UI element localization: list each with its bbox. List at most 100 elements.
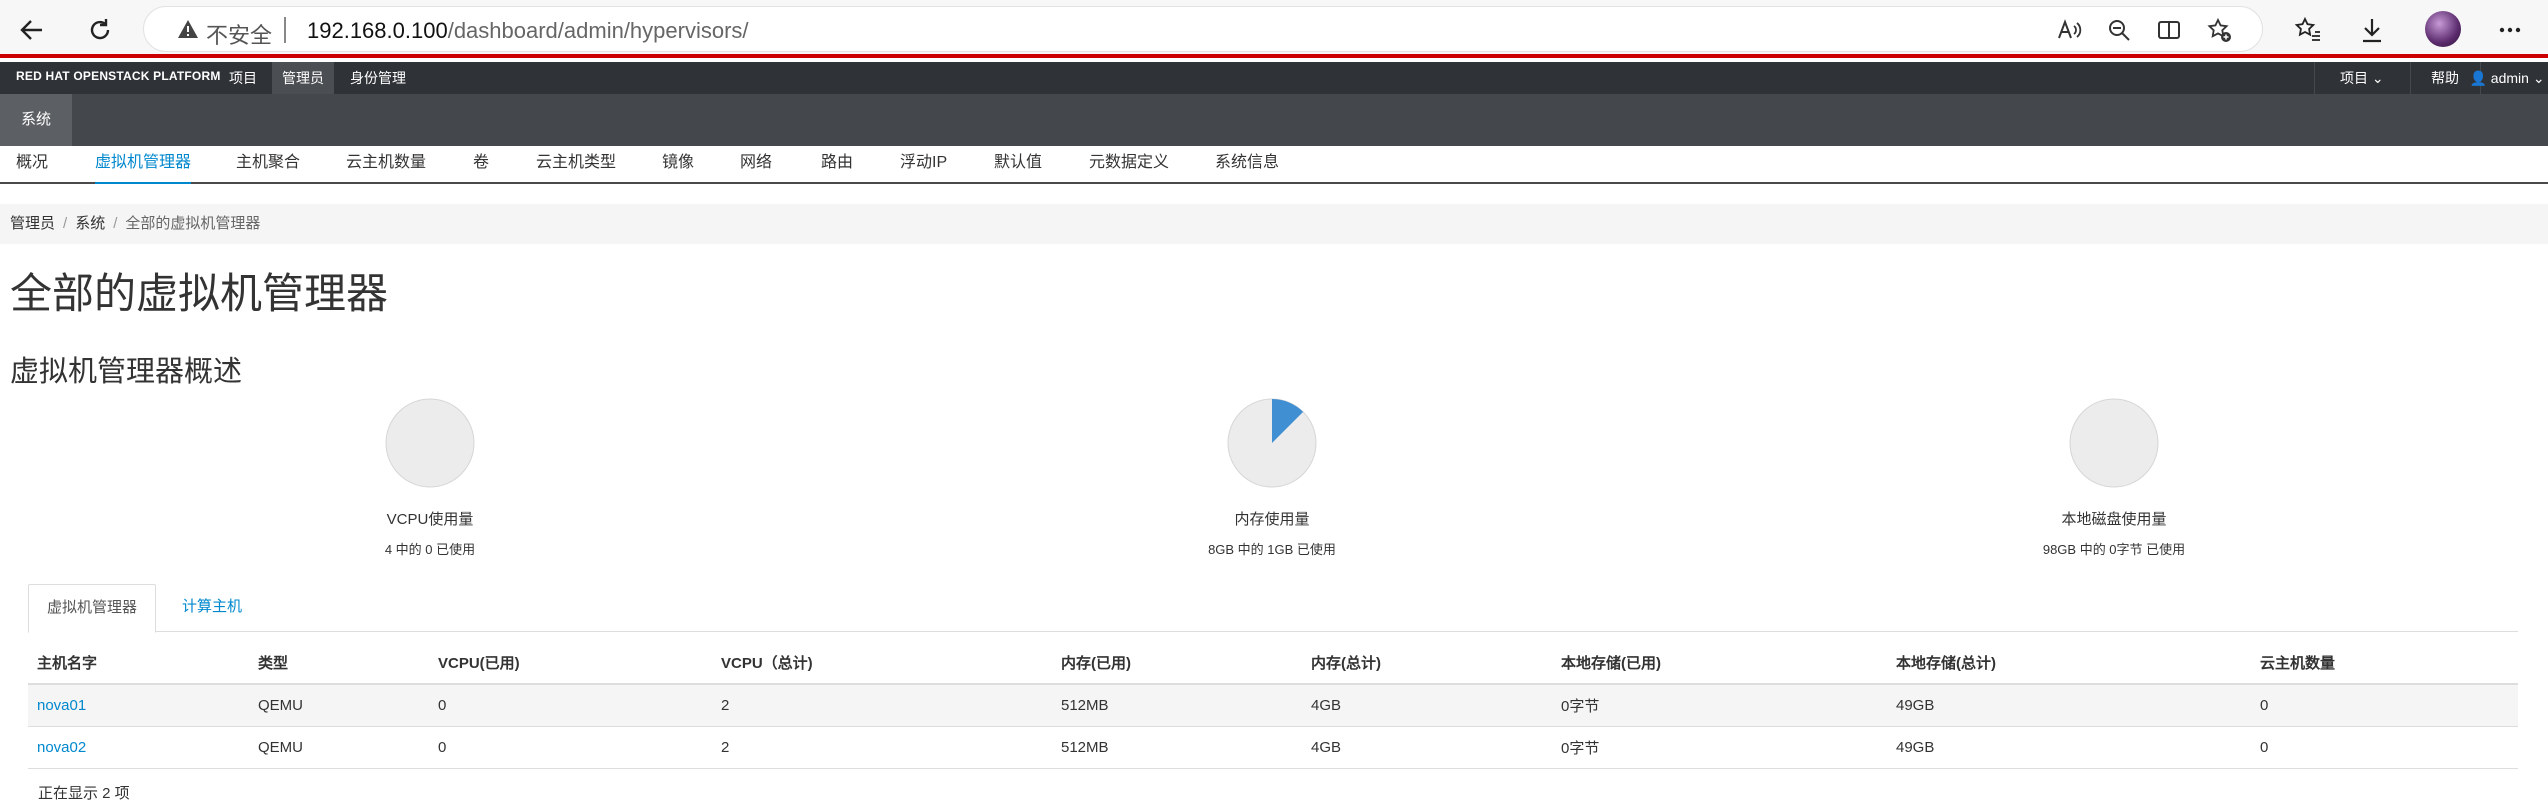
more-menu-button[interactable] xyxy=(2492,12,2528,48)
table-row: nova02 QEMU 0 2 512MB 4GB 0字节 49GB 0 xyxy=(28,726,2518,769)
column-header-hostname[interactable]: 主机名字 xyxy=(28,642,249,685)
cell-vcpu-used: 0 xyxy=(429,726,712,769)
subnav-routers[interactable]: 路由 xyxy=(821,146,853,184)
project-menu-label: 项目 xyxy=(2340,70,2368,86)
cell-ram-total: 4GB xyxy=(1302,726,1552,769)
split-screen-button[interactable] xyxy=(2154,15,2184,45)
disk-usage: 本地磁盘使用量 98GB 中的 0字节 已使用 xyxy=(1964,398,2264,558)
download-icon xyxy=(2363,19,2381,43)
subnav-host-aggregates[interactable]: 主机聚合 xyxy=(236,146,300,184)
url-path: /dashboard/admin/hypervisors/ xyxy=(447,18,749,43)
column-header-disk-used[interactable]: 本地存储(已用) xyxy=(1552,642,1887,685)
user-menu[interactable]: 👤 admin ⌄ xyxy=(2466,62,2548,94)
user-name: admin xyxy=(2490,70,2529,86)
cell-disk-total: 49GB xyxy=(1887,684,2251,727)
address-divider xyxy=(284,17,286,43)
table-header-row: 主机名字 类型 VCPU(已用) VCPU（总计) 内存(已用) 内存(总计) … xyxy=(28,642,2518,685)
column-header-instances[interactable]: 云主机数量 xyxy=(2251,642,2518,685)
url-text[interactable]: 192.168.0.100/dashboard/admin/hypervisor… xyxy=(307,18,749,44)
cell-disk-total: 49GB xyxy=(1887,726,2251,769)
read-aloud-button[interactable] xyxy=(2054,15,2084,45)
memory-usage-pie xyxy=(1227,398,1317,488)
refresh-button[interactable] xyxy=(80,10,120,50)
zoom-out-icon xyxy=(2109,20,2130,41)
subnav-flavors[interactable]: 云主机类型 xyxy=(536,146,616,184)
breadcrumb-separator: / xyxy=(113,215,118,232)
memory-usage-label: 内存使用量 xyxy=(1234,511,1310,528)
cell-hostname: nova01 xyxy=(28,684,249,727)
cell-hostname: nova02 xyxy=(28,726,249,769)
chevron-down-icon: ⌄ xyxy=(2371,70,2384,86)
downloads-button[interactable] xyxy=(2354,12,2390,48)
system-subnav: 概况 虚拟机管理器 主机聚合 云主机数量 卷 云主机类型 镜像 网络 路由 浮动… xyxy=(0,146,2548,184)
column-header-disk-total[interactable]: 本地存储(总计) xyxy=(1887,642,2251,685)
breadcrumb-admin[interactable]: 管理员 xyxy=(10,215,55,232)
tab-hypervisors[interactable]: 虚拟机管理器 xyxy=(28,584,157,633)
vcpu-usage-pie xyxy=(385,398,475,488)
cell-vcpu-used: 0 xyxy=(429,684,712,727)
masthead-item-project[interactable]: 项目 xyxy=(219,62,267,94)
subnav-volumes[interactable]: 卷 xyxy=(473,146,489,184)
address-bar[interactable]: 不安全 192.168.0.100/dashboard/admin/hyperv… xyxy=(143,6,2263,52)
cell-ram-used: 512MB xyxy=(1052,684,1302,727)
zoom-button[interactable] xyxy=(2104,15,2134,45)
favorites-button[interactable] xyxy=(2290,12,2326,48)
cell-disk-used: 0字节 xyxy=(1552,726,1887,769)
subnav-system-info[interactable]: 系统信息 xyxy=(1215,146,1279,184)
memory-usage: 内存使用量 8GB 中的 1GB 已使用 xyxy=(1122,398,1422,558)
brand-logo: RED HAT OPENSTACK PLATFORM xyxy=(16,69,221,83)
hypervisor-table: 主机名字 类型 VCPU(已用) VCPU（总计) 内存(已用) 内存(总计) … xyxy=(28,642,2518,769)
subnav-images[interactable]: 镜像 xyxy=(662,146,694,184)
subnav-networks[interactable]: 网络 xyxy=(740,146,772,184)
disk-usage-detail: 98GB 中的 0字节 已使用 xyxy=(2042,542,2186,557)
profile-avatar[interactable] xyxy=(2425,11,2461,47)
split-screen-icon xyxy=(2158,21,2180,39)
cell-disk-used: 0字节 xyxy=(1552,684,1887,727)
subnav-overview[interactable]: 概况 xyxy=(16,146,48,184)
hostname-link[interactable]: nova02 xyxy=(37,739,86,756)
column-header-ram-total[interactable]: 内存(总计) xyxy=(1302,642,1552,685)
item-count: 正在显示 2 项 xyxy=(38,785,130,802)
star-add-icon xyxy=(2207,17,2231,42)
user-icon: 👤 xyxy=(2469,70,2487,86)
refresh-icon xyxy=(90,19,110,40)
pie-background xyxy=(385,398,475,488)
back-button[interactable] xyxy=(12,10,52,50)
column-header-vcpu-used[interactable]: VCPU(已用) xyxy=(429,642,712,685)
masthead-item-admin[interactable]: 管理员 xyxy=(272,62,334,94)
favorites-icon xyxy=(2294,16,2320,41)
disk-usage-pie xyxy=(2069,398,2159,488)
panel-group-system[interactable]: 系统 xyxy=(0,94,72,146)
subnav-instances[interactable]: 云主机数量 xyxy=(346,146,426,184)
subnav-metadata[interactable]: 元数据定义 xyxy=(1089,146,1169,184)
pie-background xyxy=(2069,398,2159,488)
cell-vcpu-total: 2 xyxy=(712,684,1052,727)
column-header-vcpu-total[interactable]: VCPU（总计) xyxy=(712,642,1052,685)
breadcrumb-current: 全部的虚拟机管理器 xyxy=(125,215,261,232)
browser-toolbar: 不安全 192.168.0.100/dashboard/admin/hyperv… xyxy=(0,0,2548,58)
add-favorite-button[interactable] xyxy=(2204,15,2234,45)
subnav-defaults[interactable]: 默认值 xyxy=(994,146,1042,184)
vcpu-usage-label: VCPU使用量 xyxy=(386,511,474,528)
column-header-type[interactable]: 类型 xyxy=(249,642,429,685)
project-menu[interactable]: 项目 ⌄ xyxy=(2340,62,2384,94)
hostname-link[interactable]: nova01 xyxy=(37,697,86,714)
column-header-ram-used[interactable]: 内存(已用) xyxy=(1052,642,1302,685)
back-arrow-icon xyxy=(20,20,42,40)
insecure-label: 不安全 xyxy=(206,23,273,48)
cell-instances: 0 xyxy=(2251,726,2518,769)
subnav-floating-ips[interactable]: 浮动IP xyxy=(900,146,947,184)
masthead-item-identity[interactable]: 身份管理 xyxy=(340,62,416,94)
warning-icon xyxy=(178,20,198,38)
cell-ram-used: 512MB xyxy=(1052,726,1302,769)
breadcrumb: 管理员 / 系统 / 全部的虚拟机管理器 xyxy=(0,204,2548,244)
tab-compute-hosts[interactable]: 计算主机 xyxy=(164,584,260,632)
disk-usage-label: 本地磁盘使用量 xyxy=(2061,511,2167,528)
cell-vcpu-total: 2 xyxy=(712,726,1052,769)
openstack-masthead: RED HAT OPENSTACK PLATFORM 项目 管理员 身份管理 项… xyxy=(0,62,2548,94)
subnav-hypervisors[interactable]: 虚拟机管理器 xyxy=(95,146,192,184)
cell-type: QEMU xyxy=(249,684,429,727)
table-row: nova01 QEMU 0 2 512MB 4GB 0字节 49GB 0 xyxy=(28,684,2518,727)
breadcrumb-system[interactable]: 系统 xyxy=(75,215,105,232)
memory-usage-detail: 8GB 中的 1GB 已使用 xyxy=(1208,542,1336,557)
